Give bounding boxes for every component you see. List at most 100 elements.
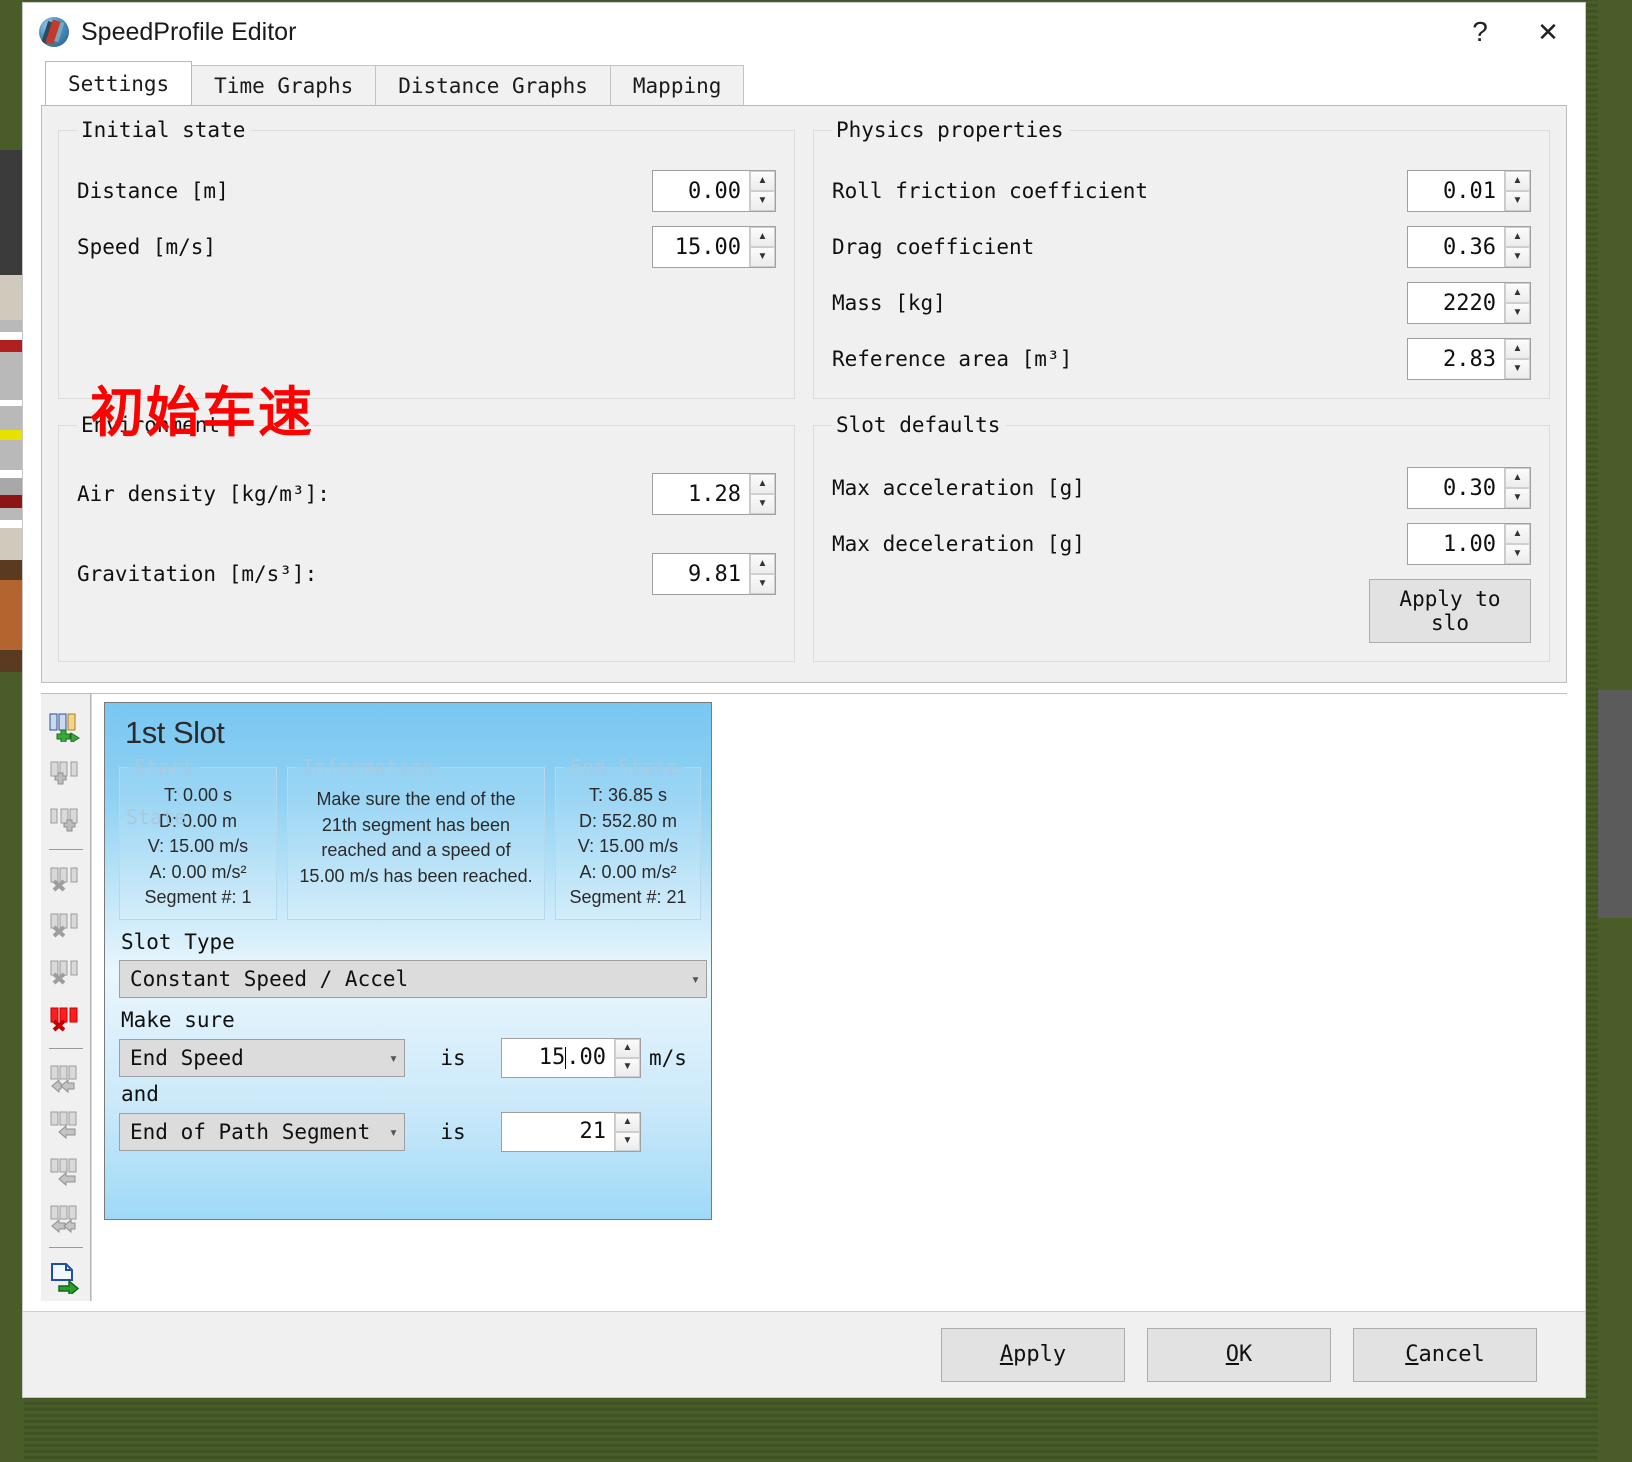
chevron-down-icon: ▾ [383,1049,398,1067]
mass-value[interactable]: 2220 [1408,283,1504,323]
max-acceleration-up-icon[interactable] [1505,468,1530,488]
gravitation-value[interactable]: 9.81 [653,554,749,594]
move-first-icon[interactable] [44,1055,88,1102]
and-label: and [121,1082,697,1106]
max-deceleration-up-icon[interactable] [1505,524,1530,544]
tab-mapping[interactable]: Mapping [610,65,745,105]
field-mass: Mass [kg] 2220 [832,282,1531,324]
gravitation-spinner-arrows[interactable] [749,554,775,594]
distance-spinner[interactable]: 0.00 [652,170,776,212]
roll-friction-up-icon[interactable] [1505,171,1530,191]
end-speed-up-icon[interactable] [615,1039,640,1058]
tab-time-graphs[interactable]: Time Graphs [191,65,376,105]
drag-up-icon[interactable] [1505,227,1530,247]
roll-friction-value[interactable]: 0.01 [1408,171,1504,211]
slot-type-select[interactable]: Constant Speed / Accel ▾ [119,960,707,998]
max-acceleration-down-icon[interactable] [1505,488,1530,508]
end-segment-spinner[interactable]: 21 [501,1112,641,1152]
max-acceleration-spinner[interactable]: 0.30 [1407,467,1531,509]
roll-friction-spinner-arrows[interactable] [1504,171,1530,211]
export-icon[interactable] [44,1254,88,1301]
end-segment-down-icon[interactable] [615,1132,640,1151]
field-gravitation-label: Gravitation [m/s³]: [77,562,652,586]
end-distance: D: 552.80 m [564,809,692,835]
apply-to-slots-button[interactable]: Apply to slo [1369,579,1531,643]
speed-spinner[interactable]: 15.00 [652,226,776,268]
delete-all-slots-icon[interactable] [44,996,88,1043]
end-segment-value[interactable]: 21 [502,1113,614,1151]
end-speed-value[interactable]: 15.00 [502,1039,614,1077]
end-speed-spinner[interactable]: 15.00 [501,1038,641,1078]
air-density-up-icon[interactable] [750,474,775,494]
move-previous-icon[interactable] [44,1102,88,1149]
mass-up-icon[interactable] [1505,283,1530,303]
drag-spinner-arrows[interactable] [1504,227,1530,267]
speed-spinner-arrows[interactable] [749,227,775,267]
group-initial-state-legend: Initial state [77,118,251,142]
slot-card[interactable]: 1st Slot Start State T: 0.00 s D: 0.00 m… [104,702,712,1220]
end-speed-down-icon[interactable] [615,1058,640,1077]
roll-friction-spinner[interactable]: 0.01 [1407,170,1531,212]
delete-slot-last-icon[interactable] [44,950,88,997]
speed-up-icon[interactable] [750,227,775,247]
air-density-spinner[interactable]: 1.28 [652,473,776,515]
drag-value[interactable]: 0.36 [1408,227,1504,267]
mass-down-icon[interactable] [1505,303,1530,323]
end-segment-select[interactable]: End of Path Segment I ▾ [119,1113,405,1151]
air-density-down-icon[interactable] [750,494,775,514]
end-segment-spinner-arrows[interactable] [614,1113,640,1151]
distance-down-icon[interactable] [750,191,775,211]
start-segment: Segment #: 1 [128,885,268,911]
reference-area-spinner[interactable]: 2.83 [1407,338,1531,380]
max-deceleration-spinner-arrows[interactable] [1504,524,1530,564]
reference-area-down-icon[interactable] [1505,359,1530,379]
air-density-spinner-arrows[interactable] [749,474,775,514]
move-last-icon[interactable] [44,1195,88,1242]
distance-up-icon[interactable] [750,171,775,191]
distance-value[interactable]: 0.00 [653,171,749,211]
max-acceleration-value[interactable]: 0.30 [1408,468,1504,508]
max-deceleration-down-icon[interactable] [1505,544,1530,564]
insert-slot-before-icon[interactable] [44,751,88,798]
group-physics-properties: Physics properties Roll friction coeffic… [813,118,1550,399]
background-right-strip [1598,0,1632,1462]
slot-type-label: Slot Type [121,930,697,954]
gravitation-down-icon[interactable] [750,574,775,594]
mass-spinner[interactable]: 2220 [1407,282,1531,324]
distance-spinner-arrows[interactable] [749,171,775,211]
reference-area-spinner-arrows[interactable] [1504,339,1530,379]
drag-spinner[interactable]: 0.36 [1407,226,1531,268]
delete-slot-middle-icon[interactable] [44,903,88,950]
roll-friction-down-icon[interactable] [1505,191,1530,211]
delete-slot-first-icon[interactable] [44,856,88,903]
tab-distance-graphs[interactable]: Distance Graphs [375,65,611,105]
max-deceleration-spinner[interactable]: 1.00 [1407,523,1531,565]
reference-area-up-icon[interactable] [1505,339,1530,359]
gravitation-up-icon[interactable] [750,554,775,574]
move-next-icon[interactable] [44,1149,88,1196]
speed-down-icon[interactable] [750,247,775,267]
air-density-value[interactable]: 1.28 [653,474,749,514]
help-icon[interactable]: ? [1449,3,1511,61]
max-acceleration-spinner-arrows[interactable] [1504,468,1530,508]
tab-settings[interactable]: Settings [45,61,192,105]
end-condition-select[interactable]: End Speed ▾ [119,1039,405,1077]
end-speed-spinner-arrows[interactable] [614,1039,640,1077]
field-gravitation: Gravitation [m/s³]: 9.81 [77,553,776,595]
speed-value[interactable]: 15.00 [653,227,749,267]
mass-spinner-arrows[interactable] [1504,283,1530,323]
end-time: T: 36.85 s [564,783,692,809]
end-segment-up-icon[interactable] [615,1113,640,1132]
ok-button[interactable]: OK [1147,1328,1331,1382]
apply-button[interactable]: Apply [941,1328,1125,1382]
drag-down-icon[interactable] [1505,247,1530,267]
cancel-button[interactable]: Cancel [1353,1328,1537,1382]
insert-slot-after-icon[interactable] [44,798,88,845]
reference-area-value[interactable]: 2.83 [1408,339,1504,379]
slot-state-row: Start State T: 0.00 s D: 0.00 m V: 15.00… [119,755,697,920]
gravitation-spinner[interactable]: 9.81 [652,553,776,595]
add-slot-icon[interactable] [44,704,88,751]
max-deceleration-value[interactable]: 1.00 [1408,524,1504,564]
close-icon[interactable]: ✕ [1511,3,1585,61]
end-speed-unit: m/s [649,1046,687,1070]
